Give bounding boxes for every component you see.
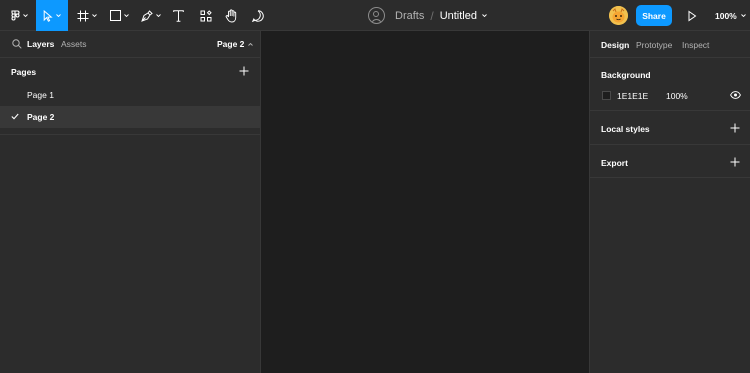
frame-tool-icon — [77, 10, 89, 21]
pages-divider — [0, 134, 260, 135]
background-opacity-input[interactable]: 100% — [666, 91, 688, 101]
page-item-1[interactable]: Page 1 — [0, 84, 260, 106]
tab-design[interactable]: Design — [601, 40, 629, 50]
page-selector[interactable]: Page 2 — [217, 39, 254, 49]
text-tool-icon — [172, 9, 184, 22]
add-export-icon[interactable] — [730, 157, 740, 167]
zoom-menu[interactable]: 100% — [715, 0, 746, 31]
hand-tool-icon — [225, 8, 236, 22]
left-panel-tabs: Layers Assets Page 2 — [0, 31, 260, 58]
local-styles-section: Local styles — [590, 111, 750, 145]
toolbar: Drafts / Untitled Share 100% — [0, 0, 750, 31]
eye-icon[interactable] — [730, 91, 741, 99]
breadcrumb-separator: / — [430, 8, 434, 23]
share-button[interactable]: Share — [636, 5, 672, 26]
text-tool-button[interactable] — [168, 0, 188, 31]
chevron-down-icon — [92, 14, 97, 17]
background-hex-input[interactable]: 1E1E1E — [617, 91, 648, 101]
resources-button[interactable] — [196, 0, 216, 31]
resources-icon — [200, 9, 212, 21]
hand-tool-button[interactable] — [221, 0, 241, 31]
checkmark-icon — [11, 113, 19, 120]
tab-inspect[interactable]: Inspect — [682, 40, 709, 50]
zoom-level: 100% — [715, 10, 737, 21]
tab-layers[interactable]: Layers — [27, 39, 54, 49]
chevron-down-icon — [740, 14, 746, 17]
file-breadcrumb: Drafts / Untitled — [368, 0, 487, 31]
chevron-down-icon — [156, 14, 161, 17]
shape-tool-icon — [109, 10, 121, 21]
search-icon[interactable] — [12, 39, 22, 49]
export-heading: Export — [601, 158, 628, 168]
pen-tool-button[interactable] — [138, 0, 164, 31]
avatar-icon[interactable] — [609, 6, 628, 25]
page-name: Page 1 — [27, 90, 54, 100]
current-page-label: Page 2 — [217, 39, 245, 49]
export-section: Export — [590, 145, 750, 178]
tab-assets[interactable]: Assets — [61, 39, 87, 49]
chevron-up-icon — [248, 42, 254, 46]
play-icon — [688, 10, 697, 22]
left-panel: Layers Assets Page 2 Pages Page 1 Page 2 — [0, 31, 261, 373]
comment-tool-icon — [252, 9, 264, 22]
right-panel: Design Prototype Inspect Background 1E1E… — [589, 31, 750, 373]
background-color-swatch[interactable] — [602, 91, 611, 100]
local-styles-heading: Local styles — [601, 124, 650, 134]
chevron-down-icon[interactable] — [482, 14, 487, 17]
page-item-2[interactable]: Page 2 — [0, 106, 260, 128]
pages-header: Pages — [0, 58, 260, 84]
pen-tool-icon — [141, 9, 153, 22]
user-icon — [368, 7, 385, 24]
shape-tool-button[interactable] — [106, 0, 132, 31]
comment-tool-button[interactable] — [248, 0, 268, 31]
move-tool-icon — [43, 9, 53, 22]
chevron-down-icon — [123, 14, 129, 17]
move-tool-button[interactable] — [36, 0, 68, 31]
main-menu-button[interactable] — [6, 0, 32, 31]
breadcrumb-drafts[interactable]: Drafts — [395, 10, 424, 22]
right-panel-tabs: Design Prototype Inspect — [590, 31, 750, 58]
file-title[interactable]: Untitled — [440, 10, 477, 22]
add-page-icon[interactable] — [239, 66, 249, 76]
tab-prototype[interactable]: Prototype — [636, 40, 672, 50]
background-section: Background 1E1E1E 100% — [590, 58, 750, 111]
canvas[interactable] — [261, 31, 589, 373]
page-name: Page 2 — [27, 112, 55, 122]
add-style-icon[interactable] — [730, 123, 740, 133]
frame-tool-button[interactable] — [74, 0, 100, 31]
chevron-down-icon — [56, 14, 61, 17]
background-heading: Background — [601, 70, 651, 80]
pages-heading: Pages — [11, 67, 37, 77]
chevron-down-icon — [22, 14, 28, 17]
figma-menu-icon — [10, 9, 19, 20]
present-button[interactable] — [687, 9, 697, 27]
